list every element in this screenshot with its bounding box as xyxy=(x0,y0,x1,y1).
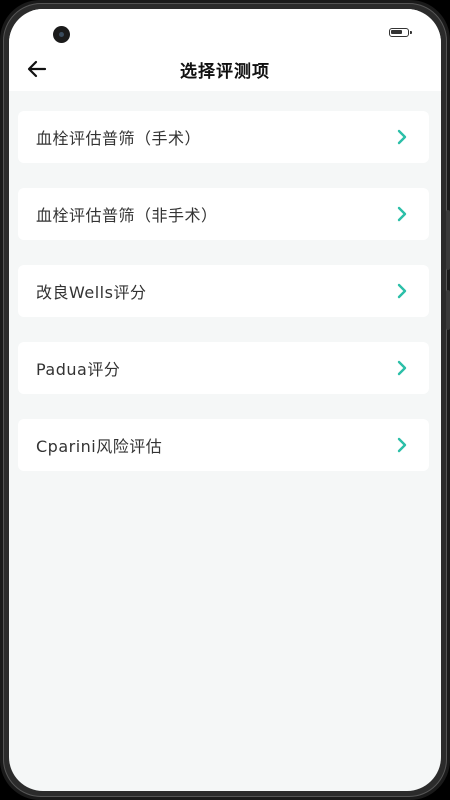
front-camera xyxy=(53,26,70,43)
list-item-surgical-screening[interactable]: 血栓评估普筛（手术） xyxy=(18,111,429,163)
list-item-label: 血栓评估普筛（手术） xyxy=(36,129,202,148)
chevron-right-icon xyxy=(397,360,407,376)
status-bar xyxy=(9,9,441,49)
chevron-right-icon xyxy=(397,283,407,299)
list-item-label: 血栓评估普筛（非手术） xyxy=(36,206,218,225)
list-item-non-surgical-screening[interactable]: 血栓评估普筛（非手术） xyxy=(18,188,429,240)
screen: 选择评测项 血栓评估普筛（手术） 血栓评估普筛（非手术） 改良Wells评分 P… xyxy=(9,9,441,791)
list-item-wells-score[interactable]: 改良Wells评分 xyxy=(18,265,429,317)
list-item-label: 改良Wells评分 xyxy=(36,283,147,302)
list-item-caprini-risk[interactable]: Cparini风险评估 xyxy=(18,419,429,471)
chevron-right-icon xyxy=(397,129,407,145)
device-frame: 选择评测项 血栓评估普筛（手术） 血栓评估普筛（非手术） 改良Wells评分 P… xyxy=(0,0,450,800)
chevron-right-icon xyxy=(397,206,407,222)
list-item-padua-score[interactable]: Padua评分 xyxy=(18,342,429,394)
battery-icon xyxy=(389,28,412,37)
list-item-label: Cparini风险评估 xyxy=(36,437,163,456)
navigation-bar: 选择评测项 xyxy=(9,49,441,91)
chevron-right-icon xyxy=(397,437,407,453)
assessment-list: 血栓评估普筛（手术） 血栓评估普筛（非手术） 改良Wells评分 Padua评分 xyxy=(18,111,429,496)
list-item-label: Padua评分 xyxy=(36,360,121,379)
volume-button xyxy=(446,210,450,270)
page-title: 选择评测项 xyxy=(180,62,270,82)
power-button xyxy=(446,290,450,330)
